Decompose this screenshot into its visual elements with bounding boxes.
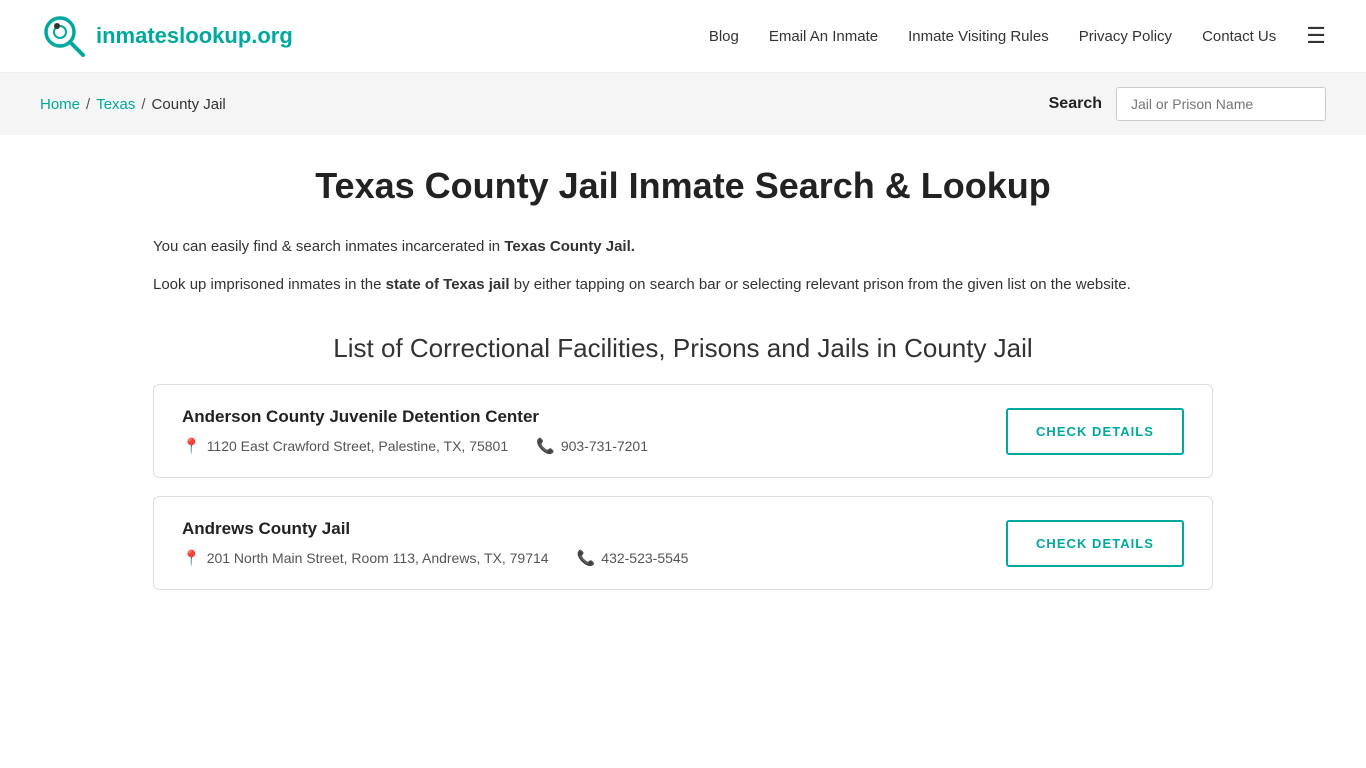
breadcrumb: Home / Texas / County Jail — [40, 96, 226, 113]
facility-name-0: Anderson County Juvenile Detention Cente… — [182, 407, 1006, 427]
facility-info-1: Andrews County Jail 📍 201 North Main Str… — [182, 519, 1006, 567]
phone-icon-0: 📞 — [536, 437, 555, 455]
hamburger-icon[interactable]: ☰ — [1306, 23, 1326, 49]
facility-address-0: 📍 1120 East Crawford Street, Palestine, … — [182, 437, 508, 455]
main-content: Texas County Jail Inmate Search & Lookup… — [133, 135, 1233, 648]
check-details-button-0[interactable]: CHECK DETAILS — [1006, 408, 1184, 455]
nav-visiting-rules[interactable]: Inmate Visiting Rules — [908, 28, 1049, 45]
breadcrumb-current: County Jail — [152, 96, 226, 113]
facility-meta-0: 📍 1120 East Crawford Street, Palestine, … — [182, 437, 1006, 455]
search-label: Search — [1049, 95, 1102, 113]
logo-link[interactable]: inmateslookup.org — [40, 12, 293, 60]
nav-privacy-policy[interactable]: Privacy Policy — [1079, 28, 1172, 45]
nav-blog[interactable]: Blog — [709, 28, 739, 45]
nav-email-inmate[interactable]: Email An Inmate — [769, 28, 878, 45]
facility-card-1: Andrews County Jail 📍 201 North Main Str… — [153, 496, 1213, 590]
main-nav: Blog Email An Inmate Inmate Visiting Rul… — [709, 23, 1326, 49]
search-area: Search — [1049, 87, 1326, 121]
breadcrumb-home[interactable]: Home — [40, 96, 80, 113]
nav-contact-us[interactable]: Contact Us — [1202, 28, 1276, 45]
intro-paragraph-2: Look up imprisoned inmates in the state … — [153, 273, 1213, 297]
breadcrumb-sep1: / — [86, 96, 90, 113]
breadcrumb-bar: Home / Texas / County Jail Search — [0, 73, 1366, 135]
breadcrumb-state[interactable]: Texas — [96, 96, 135, 113]
location-icon-1: 📍 — [182, 549, 201, 567]
facility-card-0: Anderson County Juvenile Detention Cente… — [153, 384, 1213, 478]
facility-name-1: Andrews County Jail — [182, 519, 1006, 539]
facility-info-0: Anderson County Juvenile Detention Cente… — [182, 407, 1006, 455]
logo-text: inmateslookup.org — [96, 23, 293, 49]
facility-address-1: 📍 201 North Main Street, Room 113, Andre… — [182, 549, 549, 567]
facility-phone-0: 📞 903-731-7201 — [536, 437, 648, 455]
page-title: Texas County Jail Inmate Search & Lookup — [153, 165, 1213, 207]
breadcrumb-sep2: / — [141, 96, 145, 113]
section-title: List of Correctional Facilities, Prisons… — [153, 333, 1213, 364]
facility-meta-1: 📍 201 North Main Street, Room 113, Andre… — [182, 549, 1006, 567]
location-icon-0: 📍 — [182, 437, 201, 455]
phone-icon-1: 📞 — [577, 549, 596, 567]
check-details-button-1[interactable]: CHECK DETAILS — [1006, 520, 1184, 567]
site-header: inmateslookup.org Blog Email An Inmate I… — [0, 0, 1366, 73]
search-input[interactable] — [1116, 87, 1326, 121]
logo-icon — [40, 12, 88, 60]
intro-paragraph-1: You can easily find & search inmates inc… — [153, 235, 1213, 259]
facility-phone-1: 📞 432-523-5545 — [577, 549, 689, 567]
